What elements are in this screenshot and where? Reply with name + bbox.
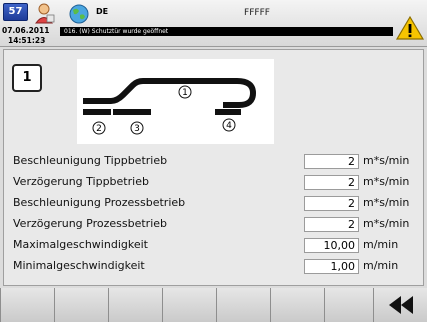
back-icon — [389, 296, 413, 314]
function-key-6[interactable] — [270, 288, 324, 322]
function-key-1[interactable] — [0, 288, 54, 322]
function-key-4[interactable] — [162, 288, 216, 322]
globe-icon[interactable] — [67, 3, 91, 25]
param-unit-min-speed: m/min — [363, 259, 399, 272]
machine-diagram: 1 2 3 4 — [77, 59, 274, 144]
param-unit-accel-jog: m*s/min — [363, 154, 410, 167]
param-field-min-speed[interactable]: 1,00 — [304, 259, 359, 274]
param-label-max-speed: Maximalgeschwindigkeit — [13, 238, 148, 251]
screen-title: FFFFF — [244, 8, 270, 18]
user-icon[interactable] — [33, 2, 55, 24]
function-key-5[interactable] — [216, 288, 270, 322]
segment-2-bar — [83, 109, 111, 115]
param-unit-decel-jog: m*s/min — [363, 175, 410, 188]
param-unit-accel-process: m*s/min — [363, 196, 410, 209]
date-display: 07.06.2011 — [2, 26, 50, 35]
segment-3-bar — [113, 109, 151, 115]
param-field-max-speed[interactable]: 10,00 — [304, 238, 359, 253]
diagram-label-2: 2 — [96, 124, 102, 134]
param-unit-decel-process: m*s/min — [363, 217, 410, 230]
param-unit-max-speed: m/min — [363, 238, 399, 251]
calendar-icon[interactable]: 57 — [3, 3, 28, 21]
function-key-bar — [0, 288, 427, 322]
segment-4-bar — [215, 109, 241, 115]
main-panel: 1 1 2 3 4 Beschleunigung Tippbetrieb 2 m… — [3, 49, 424, 286]
param-label-accel-jog: Beschleunigung Tippbetrieb — [13, 154, 168, 167]
function-key-7[interactable] — [324, 288, 378, 322]
time-display: 14:51:23 — [8, 36, 46, 45]
mode-number-badge: 1 — [12, 64, 42, 92]
function-key-2[interactable] — [54, 288, 108, 322]
param-label-accel-process: Beschleunigung Prozessbetrieb — [13, 196, 186, 209]
language-label: DE — [96, 7, 109, 16]
alarm-message-bar[interactable]: 016. (W) Schutztür wurde geöffnet — [60, 27, 393, 36]
diagram-label-1: 1 — [182, 88, 188, 98]
diagram-label-4: 4 — [226, 121, 232, 131]
param-label-min-speed: Minimalgeschwindigkeit — [13, 259, 145, 272]
param-field-decel-process[interactable]: 2 — [304, 217, 359, 232]
param-label-decel-jog: Verzögerung Tippbetrieb — [13, 175, 149, 188]
conveyor-path — [83, 78, 257, 108]
header-bar: 57 DE FFFFF 07.06.2011 14:51:23 016. (W)… — [0, 0, 427, 47]
warning-icon[interactable] — [395, 14, 425, 42]
function-key-3[interactable] — [108, 288, 162, 322]
back-button[interactable] — [373, 288, 427, 322]
param-field-decel-jog[interactable]: 2 — [304, 175, 359, 190]
param-field-accel-process[interactable]: 2 — [304, 196, 359, 211]
param-field-accel-jog[interactable]: 2 — [304, 154, 359, 169]
param-label-decel-process: Verzögerung Prozessbetrieb — [13, 217, 168, 230]
diagram-label-3: 3 — [134, 124, 140, 134]
